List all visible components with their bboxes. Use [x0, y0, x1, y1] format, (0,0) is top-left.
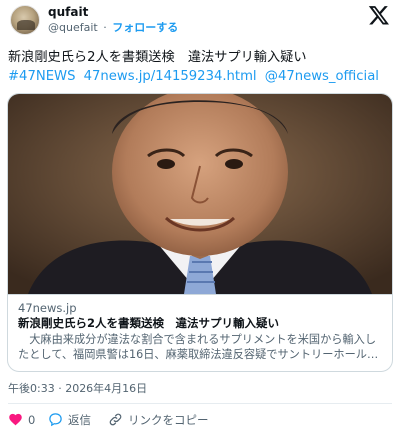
card-domain: 47news.jp: [18, 301, 77, 315]
like-count: 0: [28, 413, 36, 427]
tweet-links: #47NEWS 47news.jp/14159234.html @47news_…: [8, 68, 383, 86]
link-icon: [109, 413, 122, 426]
link-card[interactable]: 47news.jp 新浪剛史氏ら2人を書類送検 違法サプリ輸入疑い 大麻由来成分…: [7, 93, 393, 372]
separator: ·: [103, 21, 107, 34]
tweet-text: 新浪剛史氏ら2人を書類送検 違法サプリ輸入疑い: [8, 50, 307, 65]
timestamp[interactable]: 午後0:33 · 2026年4月16日: [8, 382, 147, 396]
display-name[interactable]: qufait: [48, 5, 88, 19]
card-title: 新浪剛史氏ら2人を書類送検 違法サプリ輸入疑い: [18, 316, 279, 330]
avatar[interactable]: [10, 5, 40, 35]
card-description: 大麻由来成分が違法な割合で含まれるサプリメントを米国から輸入したとして、福岡県警…: [18, 333, 379, 361]
mention-link[interactable]: @47news_official: [265, 69, 379, 84]
card-body[interactable]: 47news.jp 新浪剛史氏ら2人を書類送検 違法サプリ輸入疑い 大麻由来成分…: [8, 294, 392, 371]
copy-link-label: リンクをコピー: [128, 413, 209, 427]
url-link[interactable]: 47news.jp/14159234.html: [84, 69, 257, 84]
tweet-header: qufait @quefait · フォローする: [0, 0, 400, 44]
follow-link[interactable]: フォローする: [112, 21, 178, 34]
reply-label: 返信: [68, 413, 91, 427]
hashtag-link[interactable]: #47NEWS: [8, 69, 75, 84]
handle-line: @quefait · フォローする: [48, 21, 178, 35]
x-logo-icon[interactable]: [368, 4, 390, 26]
reply-icon: [49, 413, 62, 427]
card-photo[interactable]: [8, 94, 392, 294]
heart-icon: [9, 413, 22, 426]
handle[interactable]: @quefait: [48, 21, 98, 34]
divider: [8, 403, 392, 404]
